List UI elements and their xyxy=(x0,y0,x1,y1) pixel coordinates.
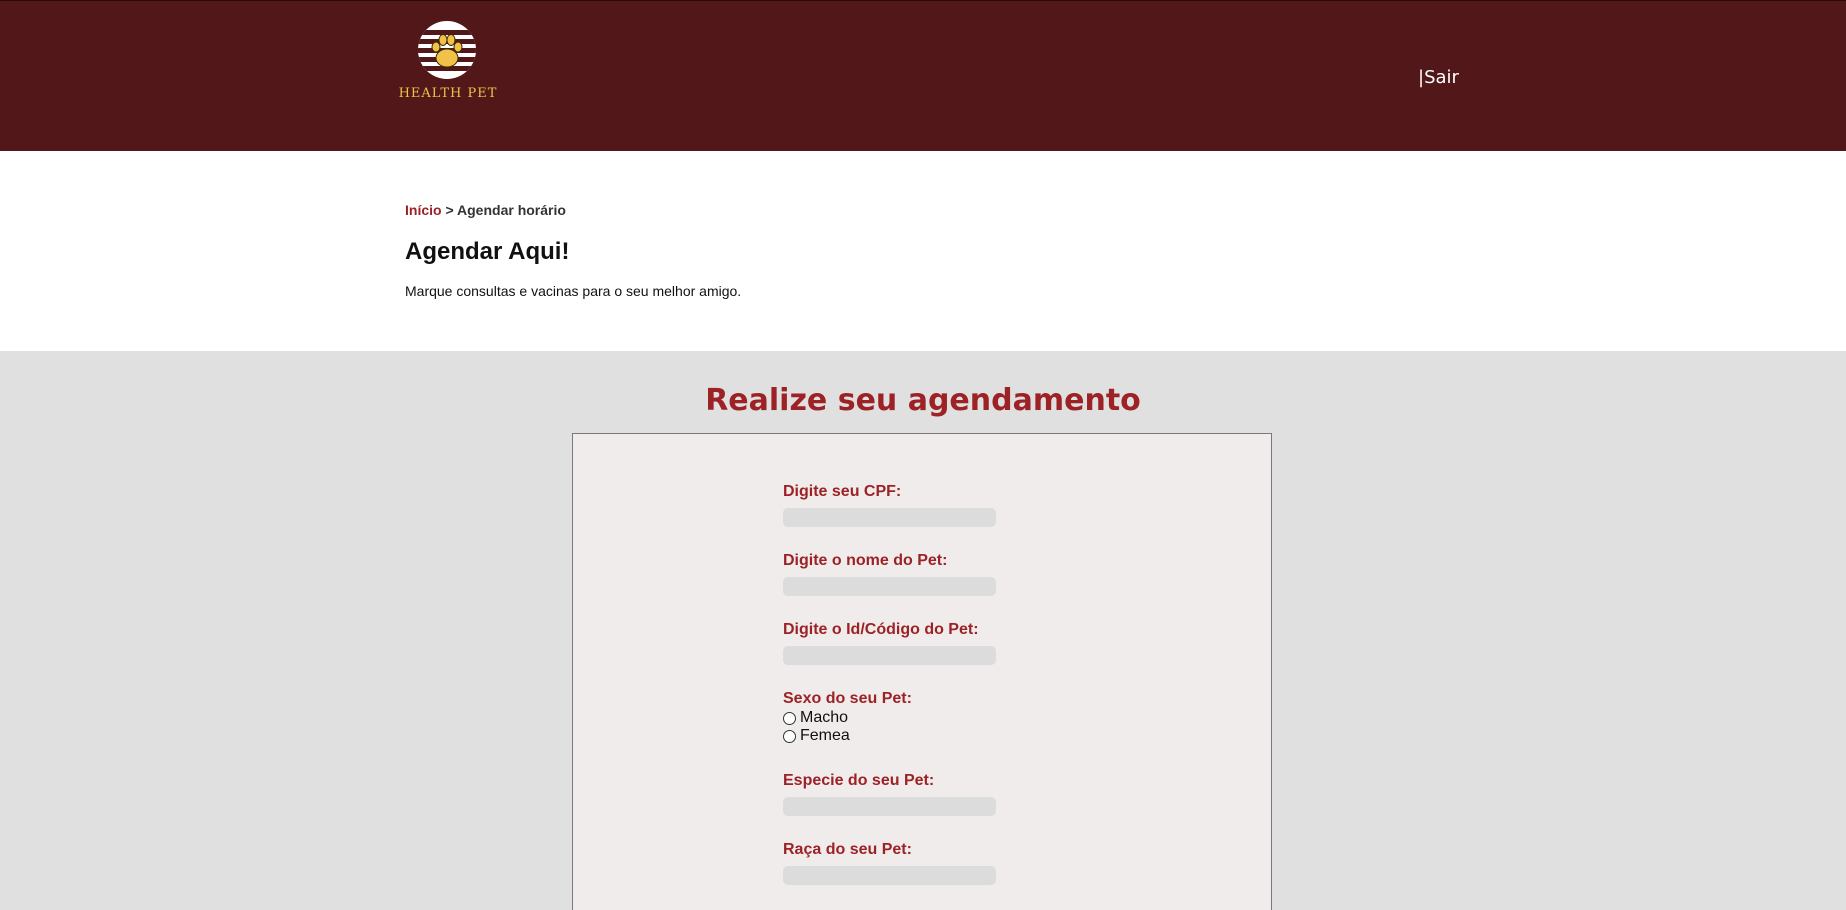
form-title: Realize seu agendamento xyxy=(705,383,1141,418)
sex-label: Sexo do seu Pet: xyxy=(783,690,912,707)
pet-id-input[interactable] xyxy=(783,646,996,665)
appointment-form: Digite seu CPF: Digite o nome do Pet: Di… xyxy=(572,433,1272,910)
sex-option-label: Macho xyxy=(800,709,849,726)
radio-unchecked-icon[interactable] xyxy=(783,711,796,725)
paw-icon xyxy=(431,34,463,68)
logo-text: HEALTH PET xyxy=(398,86,498,101)
breed-label: Raça do seu Pet: xyxy=(783,841,912,858)
cpf-label: Digite seu CPF: xyxy=(783,483,902,500)
pet-name-input[interactable] xyxy=(783,577,996,596)
page-subtitle: Marque consultas e vacinas para o seu me… xyxy=(405,283,742,299)
species-input[interactable] xyxy=(783,797,996,816)
species-label: Especie do seu Pet: xyxy=(783,772,935,789)
pet-name-label: Digite o nome do Pet: xyxy=(783,552,948,569)
pet-id-label: Digite o Id/Código do Pet: xyxy=(783,621,979,638)
breadcrumb-current: Agendar horário xyxy=(457,202,566,218)
intro-section: Início > Agendar horário Agendar Aqui! M… xyxy=(0,151,1846,351)
logo-emblem xyxy=(418,21,476,79)
cpf-input[interactable] xyxy=(783,508,996,527)
sex-option-label: Femea xyxy=(800,727,850,744)
logo[interactable]: HEALTH PET xyxy=(398,21,498,103)
sex-option-macho[interactable]: Macho xyxy=(783,709,848,727)
site-header: HEALTH PET |Sair xyxy=(0,0,1846,151)
sex-option-femea[interactable]: Femea xyxy=(783,727,850,745)
logout-link[interactable]: |Sair xyxy=(1418,67,1459,88)
breadcrumb: Início > Agendar horário xyxy=(405,202,566,218)
page-title: Agendar Aqui! xyxy=(405,238,570,265)
breed-input[interactable] xyxy=(783,866,996,885)
radio-unchecked-icon[interactable] xyxy=(783,729,796,743)
breadcrumb-separator: > xyxy=(445,202,454,218)
breadcrumb-home-link[interactable]: Início xyxy=(405,202,442,218)
